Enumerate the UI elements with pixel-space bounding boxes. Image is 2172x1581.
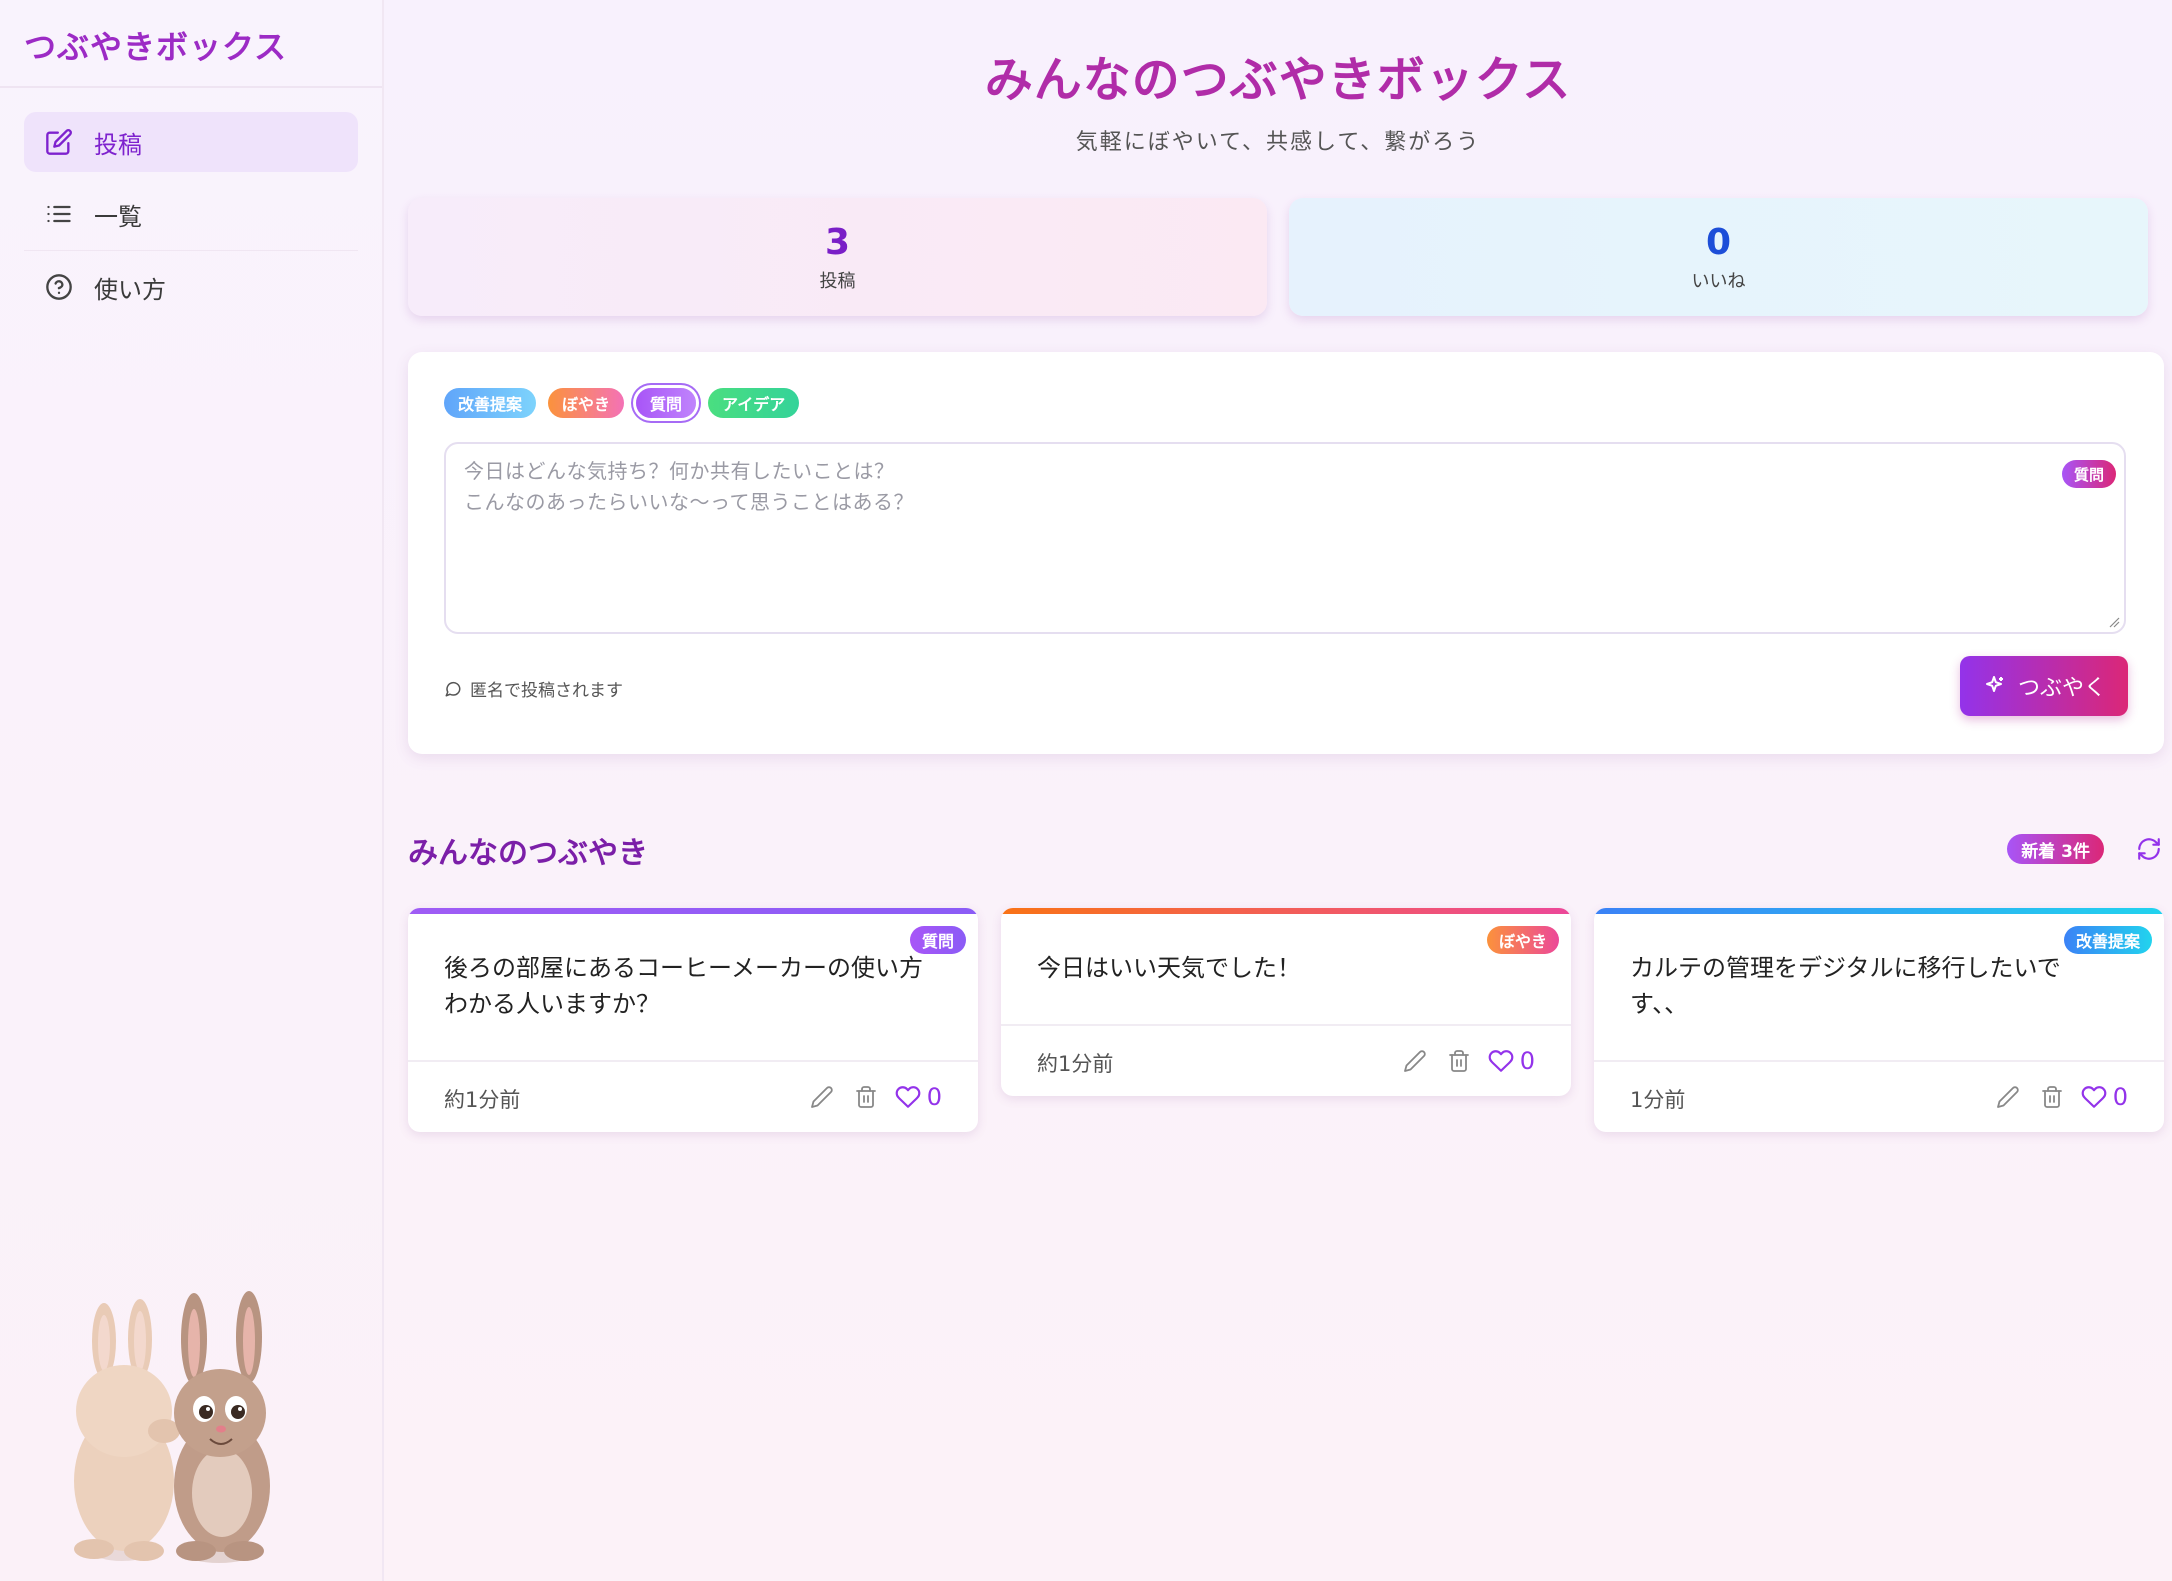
message-circle-icon [444,680,462,698]
feed-header: みんなのつぶやき 新着 3件 [408,826,2164,871]
likes-stat-card: 0 いいね [1289,198,2148,316]
card-accent-bar [408,908,978,914]
edit-pencil-icon[interactable] [1400,1046,1430,1076]
post-footer: 約1分前 0 [408,1060,978,1132]
posts-label: 投稿 [819,271,856,292]
likes-count: 0 [1705,222,1732,263]
post-footer: 1分前 0 [1594,1060,2164,1132]
category-chip-idea[interactable]: アイデア [708,388,800,418]
post-composer: 改善提案 ぼやき 質問 アイデア 今日はどんな気持ち？何か共有したいことは？ こ… [408,352,2164,754]
bunnies-illustration [74,1291,270,1563]
main-content: みんなのつぶやきボックス 気軽にぼやいて、共感して、繋がろう 3 投稿 0 いい… [384,0,2172,1581]
heart-icon [1488,1050,1514,1072]
page-subtitle: 気軽にぼやいて、共感して、繋がろう [1075,130,1481,155]
sidebar-item-help[interactable]: 使い方 [24,257,358,317]
sidebar-item-post[interactable]: 投稿 [24,112,358,172]
like-count: 0 [926,1083,942,1111]
trash-icon[interactable] [2037,1082,2067,1112]
post-time: 約1分前 [444,1088,521,1112]
post-footer: 約1分前 0 [1001,1024,1571,1096]
selected-category-badge: 質問 [2061,460,2116,488]
submit-post-button[interactable]: つぶやく [1960,656,2128,716]
trash-icon[interactable] [1444,1046,1474,1076]
post-text: 後ろの部屋にあるコーヒーメーカーの使い方わかる人いますか？ [444,954,924,1018]
resize-grip-icon[interactable] [2108,616,2120,628]
category-chip-boyaki[interactable]: ぼやき [548,388,625,418]
sparkles-icon [1982,674,2006,698]
page-header: みんなのつぶやきボックス 気軽にぼやいて、共感して、繋がろう [384,0,2172,156]
sidebar-item-label: 投稿 [94,130,142,159]
post-card: 改善提案 カルテの管理をデジタルに移行したいです、、 1分前 0 [1594,908,2164,1132]
submit-label: つぶやく [2017,676,2106,701]
list-icon [44,199,74,229]
post-time: 約1分前 [1037,1052,1114,1076]
sidebar-item-label: 使い方 [94,275,166,304]
category-chip-kaizen[interactable]: 改善提案 [444,388,537,418]
post-actions: 0 [1400,1046,1535,1076]
post-card: 質問 後ろの部屋にあるコーヒーメーカーの使い方わかる人いますか？ 約1分前 0 [408,908,978,1132]
heart-icon [895,1086,921,1108]
brand: つぶやきボックス [0,0,382,88]
heart-icon [2081,1086,2107,1108]
sidebar-item-label: 一覧 [94,202,142,231]
help-circle-icon [44,272,74,302]
category-chip-question[interactable]: 質問 [636,388,697,418]
feed-title: みんなのつぶやき [408,836,648,871]
category-chips: 改善提案 ぼやき 質問 アイデア [444,388,800,418]
like-count: 0 [1519,1047,1535,1075]
edit-pencil-icon[interactable] [1993,1082,2023,1112]
like-button[interactable]: 0 [1488,1047,1535,1075]
textarea-placeholder: 今日はどんな気持ち？何か共有したいことは？ こんなのあったらいいな〜って思うこと… [464,459,914,514]
edit-icon [44,127,74,157]
like-button[interactable]: 0 [895,1083,942,1111]
posts-count: 3 [824,222,851,263]
trash-icon[interactable] [851,1082,881,1112]
nav-divider [24,250,358,251]
post-card: ぼやき 今日はいい天気でした！ 約1分前 0 [1001,908,1571,1096]
card-accent-bar [1594,908,2164,914]
likes-label: いいね [1691,271,1746,292]
anonymous-note: 匿名で投稿されます [444,676,623,701]
post-actions: 0 [1993,1082,2128,1112]
card-accent-bar [1001,908,1571,914]
like-count: 0 [2112,1083,2128,1111]
refresh-icon[interactable] [2134,834,2164,864]
post-actions: 0 [807,1082,942,1112]
new-posts-badge: 新着 3件 [2007,834,2104,864]
sidebar-nav: 投稿 一覧 使い方 [0,88,382,317]
page-title: みんなのつぶやきボックス [984,52,1572,108]
post-text: 今日はいい天気でした！ [1037,954,1301,982]
post-time: 1分前 [1630,1088,1686,1112]
edit-pencil-icon[interactable] [807,1082,837,1112]
brand-title[interactable]: つぶやきボックス [24,22,358,68]
stats-row: 3 投稿 0 いいね [408,198,2148,316]
sidebar-item-list[interactable]: 一覧 [24,184,358,244]
post-text: カルテの管理をデジタルに移行したいです、、 [1630,954,2061,1018]
sidebar: つぶやきボックス 投稿 一覧 使い方 [0,0,384,1581]
post-textarea[interactable]: 今日はどんな気持ち？何か共有したいことは？ こんなのあったらいいな〜って思うこと… [444,442,2126,634]
posts-stat-card: 3 投稿 [408,198,1267,316]
like-button[interactable]: 0 [2081,1083,2128,1111]
anonymous-note-text: 匿名で投稿されます [470,681,623,701]
